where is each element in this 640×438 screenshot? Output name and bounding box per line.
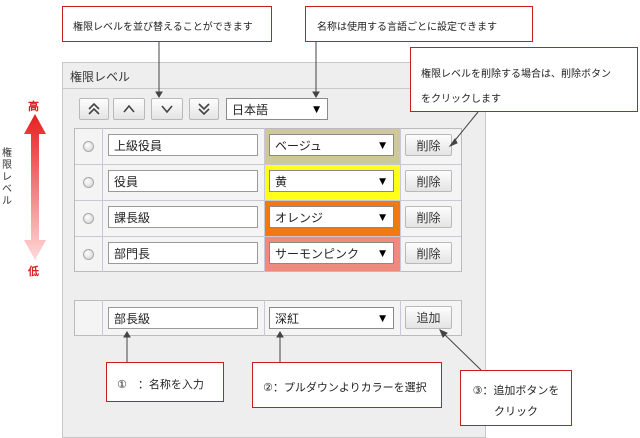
callout-step2: ②：プルダウンよりカラーを選択	[252, 362, 442, 408]
callout-delete: 権限レベルを削除する場合は、削除ボタン をクリックします	[410, 47, 638, 112]
callout-delete-text-2: をクリックします	[421, 94, 501, 105]
callout-name-text: 名称は使用する言語ごとに設定できます	[317, 22, 497, 33]
callout-delete-text-1: 権限レベルを削除する場合は、削除ボタン	[421, 69, 611, 80]
callout-step1-text: ① ：名称を入力	[117, 378, 204, 391]
callout-step1: ① ：名称を入力	[106, 362, 224, 402]
callout-step3-text-2: クリック	[494, 405, 538, 418]
callout-step3: ③：追加ボタンを クリック	[460, 370, 572, 426]
callout-step2-text: ②：プルダウンよりカラーを選択	[263, 381, 427, 394]
callout-name: 名称は使用する言語ごとに設定できます	[305, 6, 533, 42]
callout-sort-text: 権限レベルを並び替えることができます	[73, 22, 253, 33]
callout-step3-text-1: ③：追加ボタンを	[472, 384, 560, 397]
callout-sort: 権限レベルを並び替えることができます	[62, 6, 272, 42]
